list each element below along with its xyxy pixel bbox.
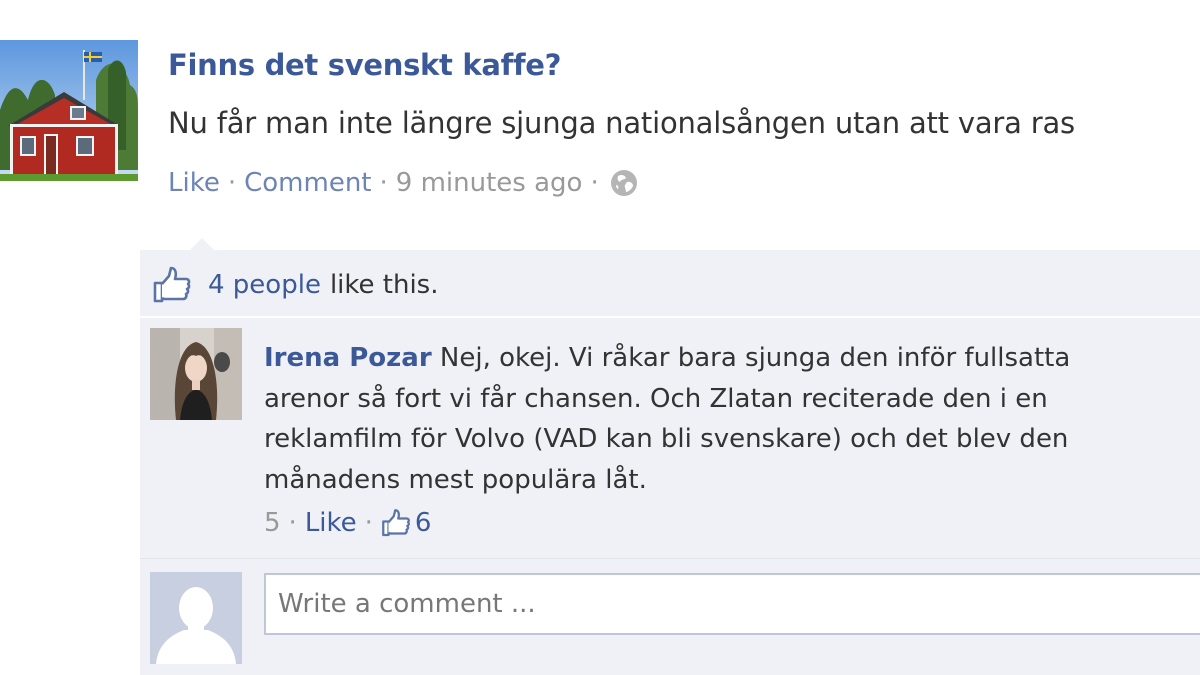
default-profile-silhouette <box>150 572 242 664</box>
comment-line: arenor så fort vi får chansen. Och Zlata… <box>264 383 1048 414</box>
divider <box>140 558 1200 559</box>
comment-timestamp[interactable]: 5 <box>264 508 281 538</box>
divider <box>140 316 1200 318</box>
timestamp[interactable]: 9 minutes ago <box>396 168 583 198</box>
globe-icon[interactable] <box>609 168 639 198</box>
commenter-photo <box>150 328 242 420</box>
likes-suffix: like this. <box>329 270 439 300</box>
separator: · <box>590 168 599 198</box>
thumbs-up-icon[interactable] <box>381 508 411 538</box>
red-house-photo <box>0 40 138 181</box>
comment-line: reklamfilm för Volvo (VAD kan bli svensk… <box>264 424 1069 454</box>
separator: · <box>364 508 373 538</box>
separator: · <box>288 508 297 538</box>
comment-input[interactable] <box>264 573 1200 635</box>
post-actions: Like · Comment · 9 minutes ago · <box>168 168 639 198</box>
comment-line: Irena Pozar Nej, okej. Vi råkar bara sju… <box>264 338 1200 379</box>
post-title[interactable]: Finns det svenskt kaffe? <box>168 48 561 82</box>
comment-link[interactable]: Comment <box>244 168 371 198</box>
comment-meta: 5 · Like · 6 <box>264 503 431 543</box>
separator: · <box>227 168 237 198</box>
facebook-post: Finns det svenskt kaffe? Nu får man inte… <box>0 0 1200 675</box>
likes-summary: 4 people like this. <box>152 262 438 308</box>
post-text: Nu får man inte längre sjunga nationalså… <box>168 106 1075 140</box>
commenter-avatar[interactable] <box>150 328 242 420</box>
comment-body: Irena Pozar Nej, okej. Vi råkar bara sju… <box>264 338 1200 500</box>
comment-line: månadens mest populära låt. <box>264 464 647 495</box>
like-link[interactable]: Like <box>168 168 220 198</box>
likers-link[interactable]: 4 people <box>208 270 321 300</box>
comment-author-link[interactable]: Irena Pozar <box>264 343 432 373</box>
comment-like-link[interactable]: Like <box>305 508 357 538</box>
separator: · <box>379 168 388 198</box>
viewer-avatar <box>150 572 242 664</box>
comment-like-count[interactable]: 6 <box>415 508 432 538</box>
comment-text: Nej, okej. Vi råkar bara sjunga den infö… <box>439 343 1071 373</box>
feedback-pointer <box>190 238 214 250</box>
post-avatar[interactable] <box>0 40 138 181</box>
thumbs-up-icon <box>153 266 191 303</box>
